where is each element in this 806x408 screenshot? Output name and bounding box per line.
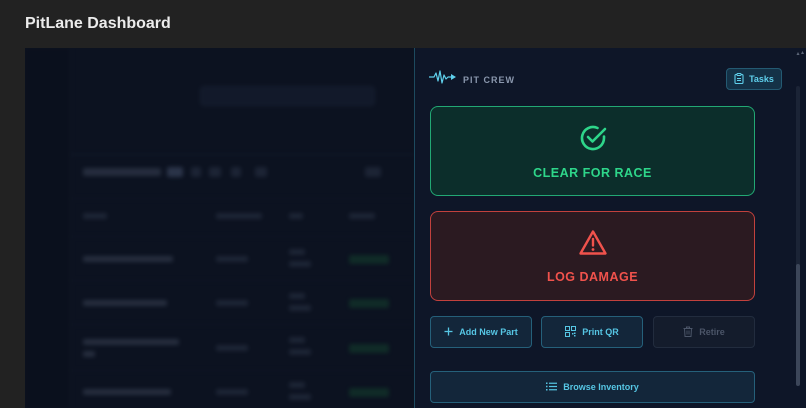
print-qr-button[interactable]: Print QR xyxy=(541,316,643,348)
retire-button[interactable]: Retire xyxy=(653,316,755,348)
table-row xyxy=(71,370,415,408)
scroll-track[interactable] xyxy=(796,86,800,386)
check-circle-icon xyxy=(578,123,608,156)
trash-icon xyxy=(683,326,693,339)
pit-crew-panel: PIT CREW Tasks CLEAR FOR RACE LOG DAMAGE… xyxy=(414,48,806,408)
table-cell xyxy=(216,300,248,306)
table-header-cell xyxy=(216,213,262,219)
table-cell xyxy=(289,261,311,267)
log-damage-label: LOG DAMAGE xyxy=(546,269,639,284)
qr-code-icon xyxy=(565,325,577,339)
warning-triangle-icon xyxy=(578,229,608,260)
table-cell xyxy=(289,305,311,311)
tasks-button[interactable]: Tasks xyxy=(726,68,782,90)
panel-scrollbar[interactable]: ▴ xyxy=(796,51,800,404)
background-chip xyxy=(209,167,221,177)
heartbeat-icon xyxy=(429,70,457,89)
status-badge xyxy=(349,388,389,397)
background-chip xyxy=(191,167,201,177)
log-damage-button[interactable]: LOG DAMAGE xyxy=(430,211,755,301)
scroll-thumb[interactable] xyxy=(796,264,800,386)
background-chip xyxy=(255,167,267,177)
table-row xyxy=(71,236,415,280)
table-row xyxy=(71,280,415,324)
table-cell xyxy=(83,351,95,357)
scroll-up-arrow[interactable]: ▴ xyxy=(796,51,800,57)
status-badge xyxy=(349,255,389,264)
table-header-cell xyxy=(289,213,303,219)
list-icon xyxy=(546,382,558,393)
table-header-cell xyxy=(349,213,375,219)
status-badge xyxy=(349,299,389,308)
browse-inventory-label: Browse Inventory xyxy=(563,382,639,392)
table-cell xyxy=(83,339,179,345)
table-cell xyxy=(83,300,167,306)
add-new-part-button[interactable]: Add New Part xyxy=(430,316,532,348)
status-badge xyxy=(349,344,389,353)
table-cell xyxy=(216,389,248,395)
print-qr-label: Print QR xyxy=(582,327,619,337)
page-scroll-up-arrow[interactable]: ▴ xyxy=(801,50,804,56)
main-frame: PIT CREW Tasks CLEAR FOR RACE LOG DAMAGE… xyxy=(25,48,806,408)
table-cell xyxy=(83,389,171,395)
table-cell xyxy=(289,249,305,255)
table-cell xyxy=(289,394,311,400)
table-row xyxy=(71,324,415,368)
background-divider xyxy=(71,154,415,155)
background-chip xyxy=(231,167,241,177)
panel-header: PIT CREW Tasks xyxy=(429,68,782,90)
table-cell xyxy=(216,345,248,351)
table-cell xyxy=(289,293,305,299)
table-header-cell xyxy=(83,213,107,219)
tasks-label: Tasks xyxy=(749,74,774,84)
table-cell xyxy=(216,256,248,262)
table-cell xyxy=(289,349,311,355)
background-chip xyxy=(167,167,183,177)
table-cell xyxy=(289,337,305,343)
background-card-title xyxy=(83,168,161,176)
background-banner xyxy=(200,86,375,106)
background-sidebar xyxy=(25,48,71,408)
browse-inventory-button[interactable]: Browse Inventory xyxy=(430,371,755,403)
background-chip xyxy=(365,167,381,177)
background-page-blurred xyxy=(25,48,415,408)
clear-for-race-label: CLEAR FOR RACE xyxy=(533,165,652,180)
table-cell xyxy=(83,256,173,262)
add-new-part-label: Add New Part xyxy=(459,327,518,337)
retire-label: Retire xyxy=(699,327,725,337)
clipboard-icon xyxy=(734,72,744,86)
plus-icon xyxy=(444,327,453,338)
pit-crew-label: PIT CREW xyxy=(463,74,515,85)
page-title: PitLane Dashboard xyxy=(25,15,171,32)
table-cell xyxy=(289,382,305,388)
clear-for-race-button[interactable]: CLEAR FOR RACE xyxy=(430,106,755,196)
pit-crew-brand: PIT CREW xyxy=(429,70,515,89)
